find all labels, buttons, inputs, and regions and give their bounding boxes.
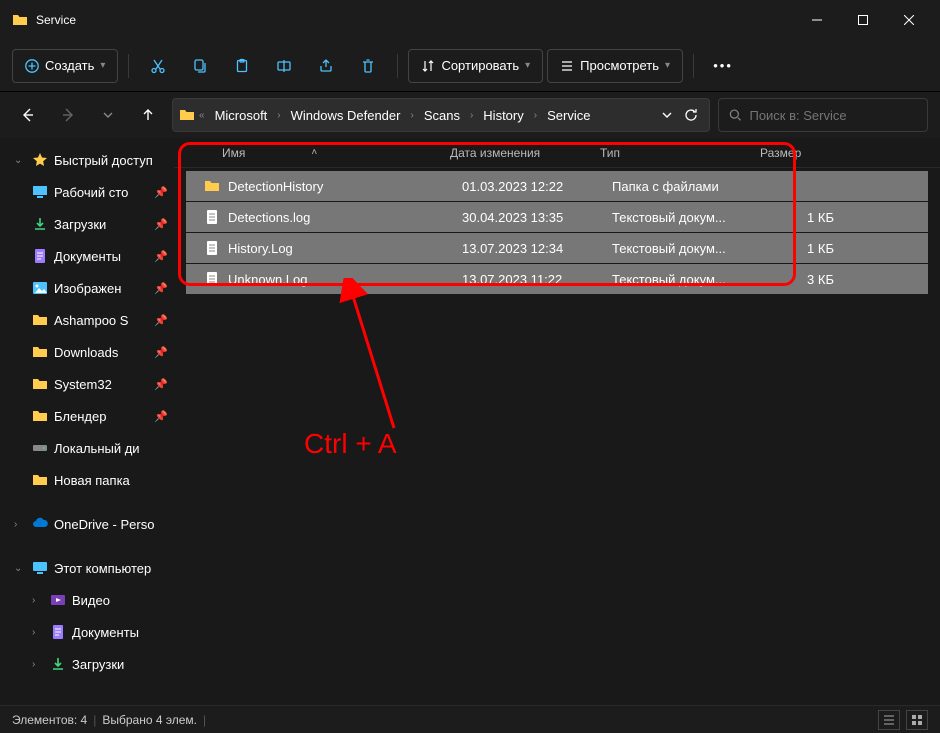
status-count: Элементов: 4 — [12, 713, 87, 727]
breadcrumb-item[interactable]: Scans — [418, 104, 466, 127]
folder-icon — [12, 12, 28, 28]
search-box[interactable] — [718, 98, 928, 132]
window-title: Service — [36, 13, 76, 27]
sidebar-item[interactable]: Рабочий сто📌 — [0, 176, 174, 208]
new-button[interactable]: Создать ▾ — [12, 49, 118, 83]
folder-icon — [179, 107, 195, 123]
copy-icon — [192, 58, 208, 74]
new-button-label: Создать — [45, 58, 94, 73]
file-row[interactable]: DetectionHistory01.03.2023 12:22Папка с … — [186, 171, 928, 201]
breadcrumb-item[interactable]: Windows Defender — [285, 104, 407, 127]
delete-button[interactable] — [349, 49, 387, 83]
column-name[interactable]: Имя˄ — [192, 146, 450, 160]
trash-icon — [360, 58, 376, 74]
close-button[interactable] — [886, 0, 932, 40]
share-button[interactable] — [307, 49, 345, 83]
cut-button[interactable] — [139, 49, 177, 83]
sidebar-item[interactable]: Загрузки📌 — [0, 208, 174, 240]
sidebar-item[interactable]: System32📌 — [0, 368, 174, 400]
copy-button[interactable] — [181, 49, 219, 83]
sidebar-quick-access[interactable]: ⌄Быстрый доступ — [0, 144, 174, 176]
share-icon — [318, 58, 334, 74]
sidebar-item[interactable]: Блендер📌 — [0, 400, 174, 432]
column-headers: Имя˄ Дата изменения Тип Размер — [174, 138, 940, 168]
sidebar-item[interactable]: Новая папка — [0, 464, 174, 496]
plus-icon — [25, 59, 39, 73]
rename-icon — [276, 58, 292, 74]
search-icon — [729, 108, 741, 122]
breadcrumb-item[interactable]: Service — [541, 104, 596, 127]
view-button[interactable]: Просмотреть ▾ — [547, 49, 683, 83]
chevron-down-icon[interactable] — [661, 109, 673, 121]
sidebar-item[interactable]: ›Документы — [0, 616, 174, 648]
clipboard-icon — [234, 58, 250, 74]
minimize-button[interactable] — [794, 0, 840, 40]
breadcrumb-item[interactable]: Microsoft — [209, 104, 274, 127]
status-selected: Выбрано 4 элем. — [102, 713, 197, 727]
toolbar: Создать ▾ Сортировать ▾ Просмотреть ▾ ••… — [0, 40, 940, 92]
file-row[interactable]: Unknown.Log13.07.2023 11:22Текстовый док… — [186, 264, 928, 294]
sidebar-item[interactable]: Ashampoo S📌 — [0, 304, 174, 336]
refresh-icon[interactable] — [683, 107, 699, 123]
column-size[interactable]: Размер — [760, 146, 840, 160]
search-input[interactable] — [749, 108, 917, 123]
sidebar-this-pc[interactable]: ⌄Этот компьютер — [0, 552, 174, 584]
paste-button[interactable] — [223, 49, 261, 83]
explorer-window: Service Создать ▾ Сортировать ▾ Просмотр… — [0, 0, 940, 733]
view-label: Просмотреть — [580, 58, 659, 73]
breadcrumb-item[interactable]: History — [477, 104, 529, 127]
column-type[interactable]: Тип — [600, 146, 760, 160]
sidebar-item[interactable]: ›Загрузки — [0, 648, 174, 680]
sidebar-item[interactable]: Документы📌 — [0, 240, 174, 272]
nav-row: « Microsoft› Windows Defender› Scans› Hi… — [0, 92, 940, 138]
sidebar: ⌄Быстрый доступ Рабочий сто📌Загрузки📌Док… — [0, 138, 174, 705]
sidebar-item[interactable]: Downloads📌 — [0, 336, 174, 368]
star-icon — [32, 152, 48, 168]
sort-label: Сортировать — [441, 58, 519, 73]
rename-button[interactable] — [265, 49, 303, 83]
status-bar: Элементов: 4 | Выбрано 4 элем. | — [0, 705, 940, 733]
icons-view-button[interactable] — [906, 710, 928, 730]
sidebar-item[interactable]: Локальный ди — [0, 432, 174, 464]
forward-button[interactable] — [52, 99, 84, 131]
column-date[interactable]: Дата изменения — [450, 146, 600, 160]
sort-icon — [421, 59, 435, 73]
details-view-button[interactable] — [878, 710, 900, 730]
annotation-arrow — [334, 278, 414, 438]
view-icon — [560, 59, 574, 73]
titlebar: Service — [0, 0, 940, 40]
pc-icon — [32, 560, 48, 576]
more-button[interactable]: ••• — [704, 49, 742, 83]
cloud-icon — [32, 516, 48, 532]
sidebar-item[interactable]: ›Видео — [0, 584, 174, 616]
up-button[interactable] — [132, 99, 164, 131]
annotation-label: Ctrl + A — [304, 428, 397, 460]
file-row[interactable]: History.Log13.07.2023 12:34Текстовый док… — [186, 233, 928, 263]
recent-dropdown[interactable] — [92, 99, 124, 131]
file-row[interactable]: Detections.log30.04.2023 13:35Текстовый … — [186, 202, 928, 232]
address-bar[interactable]: « Microsoft› Windows Defender› Scans› Hi… — [172, 98, 710, 132]
scissors-icon — [150, 58, 166, 74]
file-list: DetectionHistory01.03.2023 12:22Папка с … — [174, 168, 940, 297]
back-button[interactable] — [12, 99, 44, 131]
file-area: Имя˄ Дата изменения Тип Размер Detection… — [174, 138, 940, 705]
sidebar-item[interactable]: Изображен📌 — [0, 272, 174, 304]
sidebar-onedrive[interactable]: ›OneDrive - Perso — [0, 508, 174, 540]
sort-button[interactable]: Сортировать ▾ — [408, 49, 543, 83]
maximize-button[interactable] — [840, 0, 886, 40]
